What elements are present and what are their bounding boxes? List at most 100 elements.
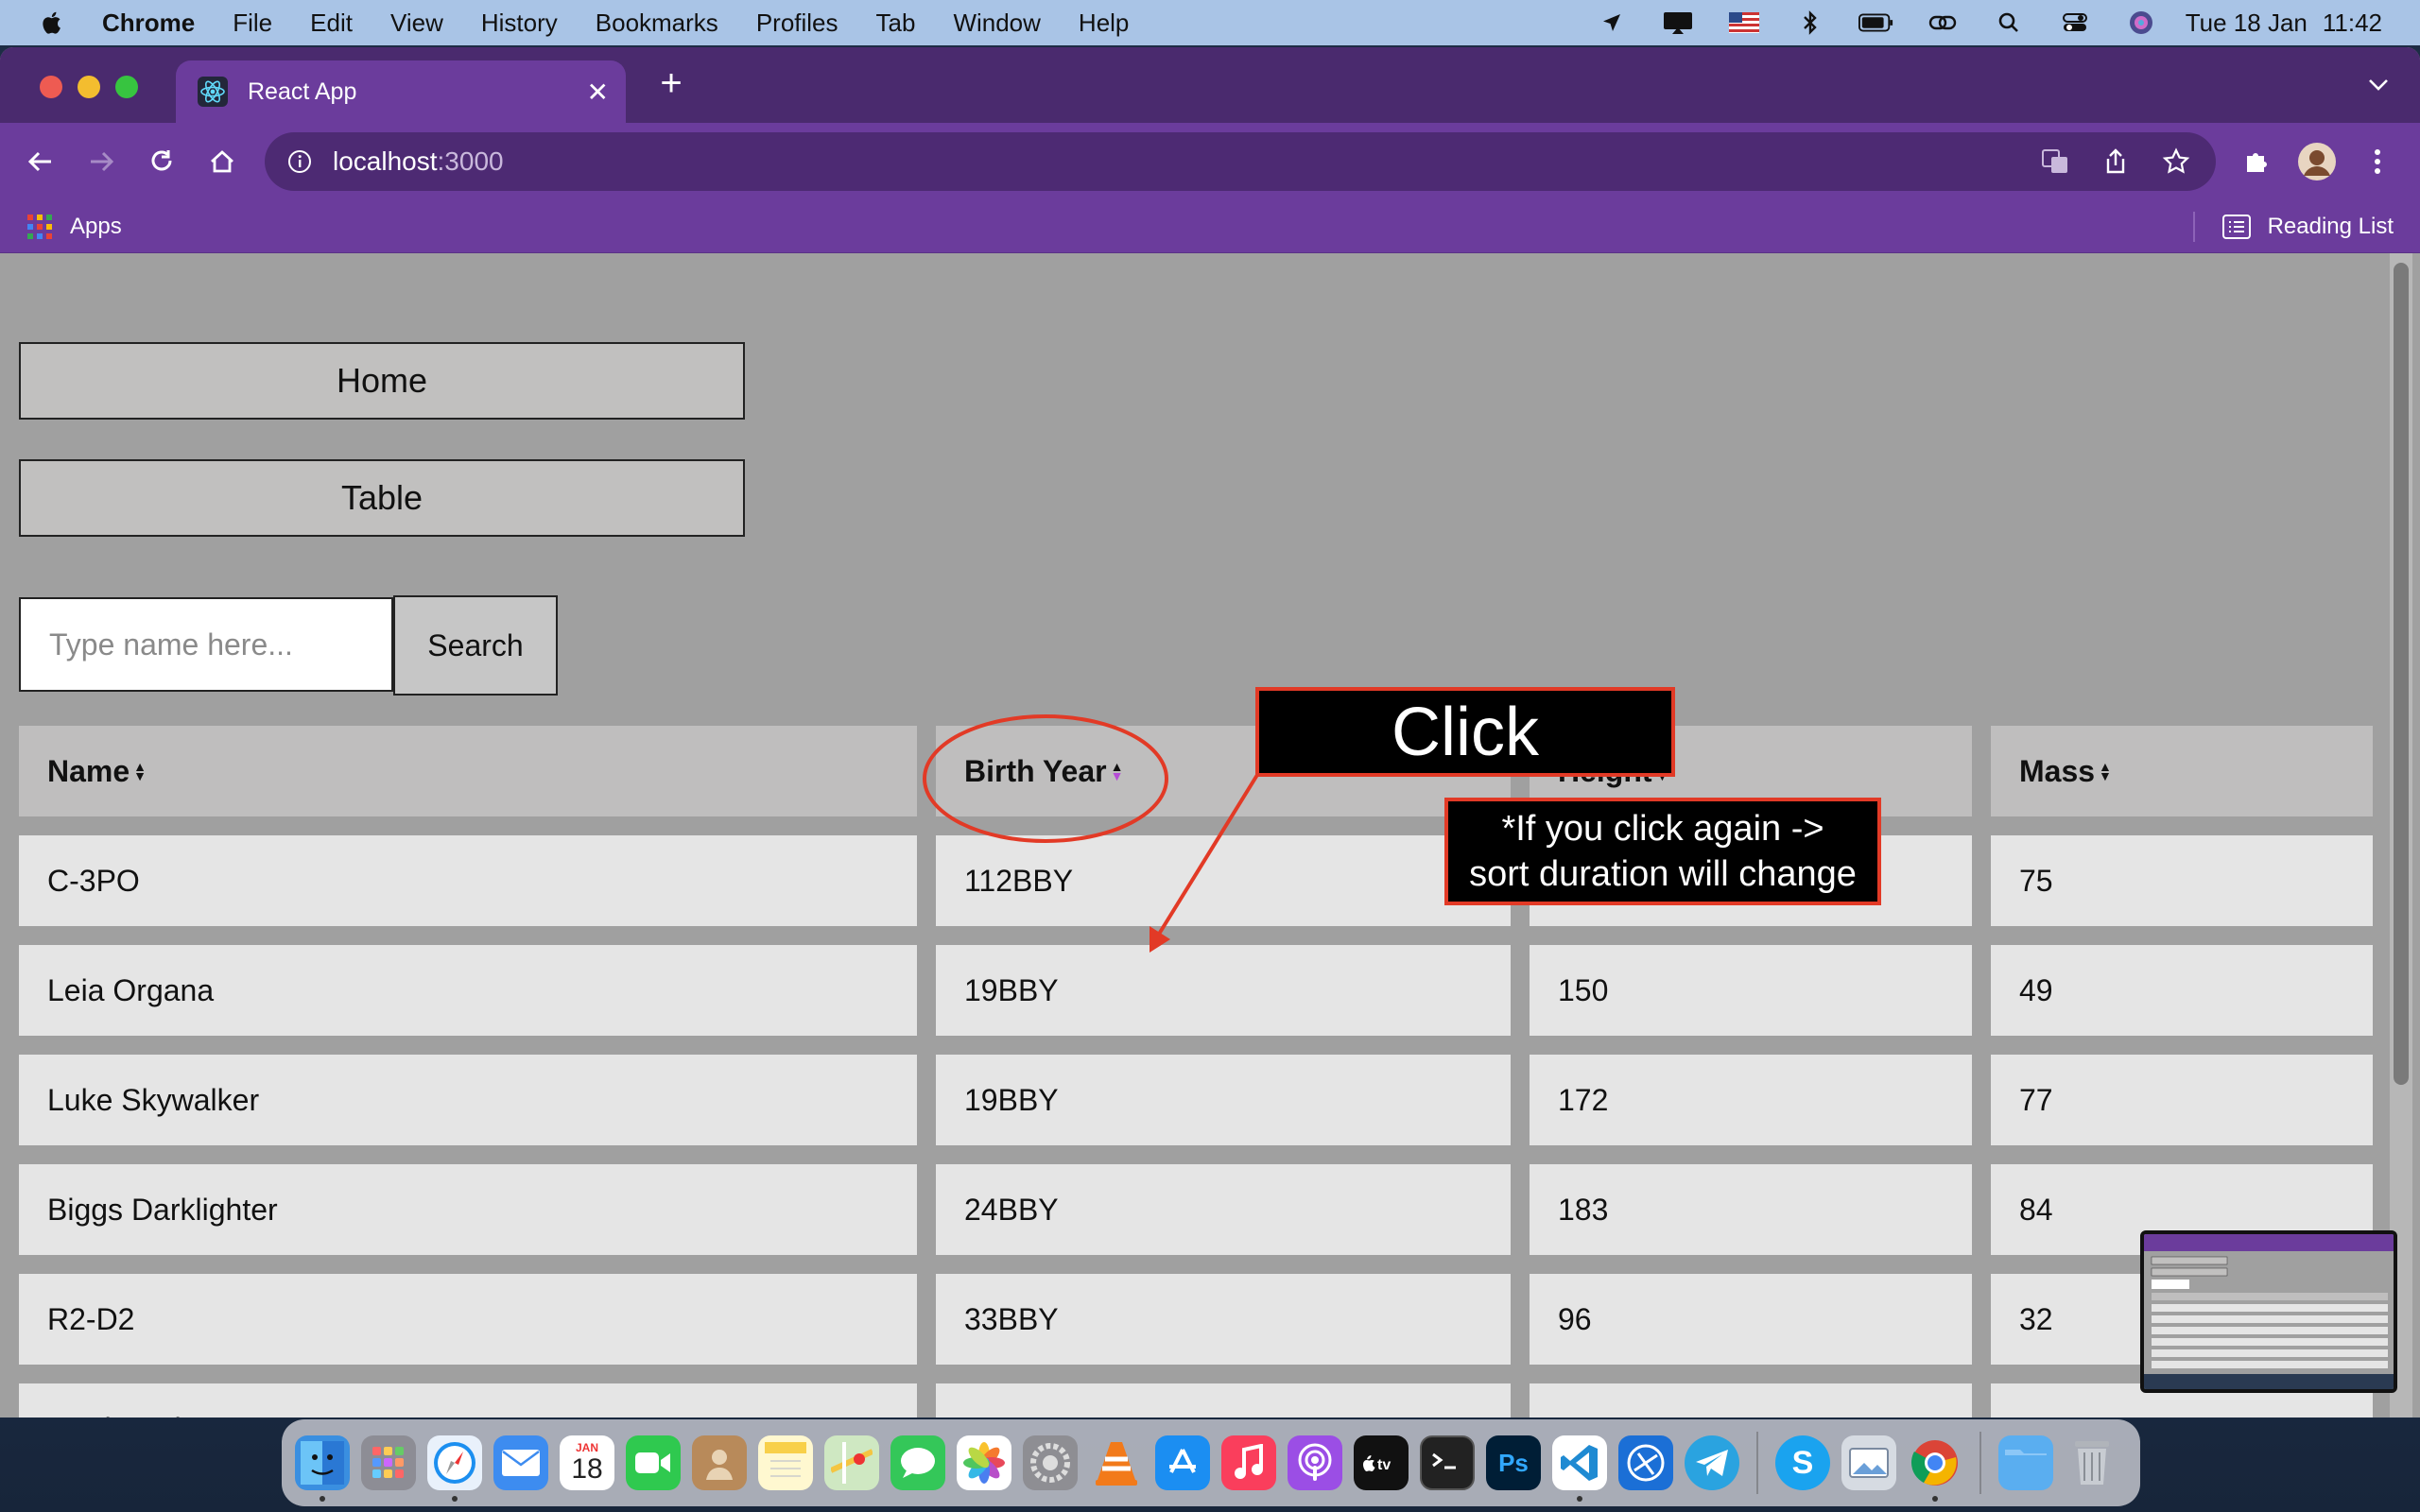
calendar-day: 18 (571, 1453, 603, 1485)
search-input[interactable] (19, 597, 393, 692)
table-cell-name: Luke Skywalker (19, 1055, 917, 1145)
table-cell-birth-year: 112BBY (936, 835, 1511, 926)
bookmark-star-icon[interactable] (2146, 143, 2206, 180)
table-button[interactable]: Table (19, 459, 745, 537)
table-cell-name: Biggs Darklighter (19, 1164, 917, 1255)
calendar-month: JAN (575, 1441, 598, 1454)
dock-instruments-icon[interactable] (1618, 1435, 1673, 1490)
bluetooth-icon[interactable] (1792, 9, 1828, 37)
dock-preview-icon[interactable] (1841, 1435, 1896, 1490)
menu-window[interactable]: Window (953, 9, 1040, 38)
apple-menu-icon[interactable] (38, 9, 79, 37)
table-cell-height: 183 (1530, 1164, 1972, 1255)
site-info-icon[interactable] (285, 147, 314, 176)
dock-chrome-icon[interactable] (1908, 1435, 1962, 1502)
screenshot-thumbnail[interactable] (2140, 1230, 2397, 1393)
menu-help[interactable]: Help (1079, 9, 1129, 38)
reload-icon[interactable] (140, 140, 183, 183)
tab-search-chevron-icon[interactable] (2361, 68, 2395, 102)
menubar-time[interactable]: 11:42 (2323, 9, 2382, 38)
spotlight-search-icon[interactable] (1991, 9, 2027, 37)
table-cell-mass: 77 (1991, 1055, 2373, 1145)
table-cell-name: Darth Vader (19, 1383, 917, 1418)
back-arrow-icon[interactable] (19, 140, 62, 183)
dock-music-icon[interactable] (1221, 1435, 1276, 1490)
column-header-mass[interactable]: Mass ▲ ▼ (1991, 726, 2373, 816)
display-mirroring-icon[interactable] (1660, 9, 1696, 37)
menu-tab[interactable]: Tab (876, 9, 916, 38)
table-cell-height: 172 (1530, 1055, 1972, 1145)
page-viewport: Home Table Search Name ▲▼ Birth Year ▲▼ … (0, 253, 2420, 1418)
dock-podcasts-icon[interactable] (1288, 1435, 1342, 1490)
menu-view[interactable]: View (390, 9, 443, 38)
dock-mail-icon[interactable] (493, 1435, 548, 1490)
menu-file[interactable]: File (233, 9, 272, 38)
table-cell-name: C-3PO (19, 835, 917, 926)
siri-icon[interactable] (2123, 9, 2159, 37)
reading-list-button[interactable]: Reading List (2221, 214, 2394, 240)
dock-app-store-icon[interactable] (1155, 1435, 1210, 1490)
dock-system-preferences-icon[interactable] (1023, 1435, 1078, 1490)
macos-menubar: Chrome File Edit View History Bookmarks … (0, 0, 2420, 45)
scrollbar-thumb[interactable] (2394, 263, 2409, 1085)
table-cell-birth-year: 19BBY (936, 1055, 1511, 1145)
window-close-button[interactable] (40, 76, 62, 98)
dock-notes-icon[interactable] (758, 1435, 813, 1490)
dock-terminal-icon[interactable] (1420, 1435, 1475, 1490)
share-icon[interactable] (2085, 143, 2146, 180)
dock-trash-icon[interactable] (2065, 1435, 2119, 1490)
home-button[interactable]: Home (19, 342, 745, 420)
reading-list-label: Reading List (2267, 214, 2394, 239)
dock-apple-tv-icon[interactable]: tv (1354, 1435, 1409, 1490)
window-minimize-button[interactable] (78, 76, 100, 98)
dock-finder-icon[interactable] (295, 1435, 350, 1502)
control-center-icon[interactable] (2057, 9, 2093, 37)
bookmark-apps[interactable]: Apps (26, 214, 122, 240)
menubar-date[interactable]: Tue 18 Jan (2186, 9, 2308, 38)
new-tab-button[interactable]: + (650, 62, 692, 104)
table-cell-birth-year: 19BBY (936, 945, 1511, 1036)
menu-bookmarks[interactable]: Bookmarks (596, 9, 718, 38)
menu-history[interactable]: History (481, 9, 558, 38)
menu-chrome[interactable]: Chrome (102, 9, 195, 38)
dock-facetime-icon[interactable] (626, 1435, 681, 1490)
home-icon[interactable] (200, 140, 244, 183)
dock-launchpad-icon[interactable] (361, 1435, 416, 1490)
url-host: localhost (333, 146, 438, 176)
menu-edit[interactable]: Edit (310, 9, 353, 38)
battery-icon[interactable] (1858, 9, 1894, 37)
sort-arrows-icon: ▲▼ (1110, 759, 1124, 783)
url-text[interactable]: localhost:3000 (333, 146, 504, 177)
extensions-puzzle-icon[interactable] (2235, 140, 2278, 183)
chrome-menu-icon[interactable] (2356, 140, 2399, 183)
link-icon[interactable] (1925, 9, 1961, 37)
translate-icon[interactable] (2025, 143, 2085, 180)
dock-skype-icon[interactable]: S (1775, 1435, 1830, 1490)
table-cell-birth-year: 33BBY (936, 1274, 1511, 1365)
tab-react-app[interactable]: React App ✕ (176, 60, 626, 123)
search-button[interactable]: Search (393, 595, 558, 696)
dock-messages-icon[interactable] (890, 1435, 945, 1490)
menu-profiles[interactable]: Profiles (756, 9, 838, 38)
dock-photos-icon[interactable] (957, 1435, 1011, 1490)
tab-close-icon[interactable]: ✕ (587, 77, 609, 108)
dock-safari-icon[interactable] (427, 1435, 482, 1502)
dock-downloads-folder-icon[interactable] (1998, 1435, 2053, 1490)
dock-telegram-icon[interactable] (1685, 1435, 1739, 1490)
column-header-name[interactable]: Name ▲ ▼ (19, 726, 917, 816)
dock-contacts-icon[interactable] (692, 1435, 747, 1490)
dock-vlc-icon[interactable] (1089, 1435, 1144, 1490)
macos-dock: JAN 18 tv Ps S (282, 1419, 2140, 1506)
thumbnail-preview-image (2144, 1234, 2394, 1389)
us-flag-icon[interactable] (1726, 9, 1762, 37)
dock-vscode-icon[interactable] (1552, 1435, 1607, 1502)
address-bar[interactable]: localhost:3000 (265, 132, 2216, 191)
profile-avatar[interactable] (2295, 140, 2339, 183)
annotation-note-line2: sort duration will change (1469, 854, 1857, 894)
dock-maps-icon[interactable] (824, 1435, 879, 1490)
dock-calendar-icon[interactable]: JAN 18 (560, 1435, 614, 1490)
forward-arrow-icon[interactable] (79, 140, 123, 183)
dock-photoshop-icon[interactable]: Ps (1486, 1435, 1541, 1490)
window-zoom-button[interactable] (115, 76, 138, 98)
location-arrow-icon[interactable] (1594, 9, 1630, 37)
